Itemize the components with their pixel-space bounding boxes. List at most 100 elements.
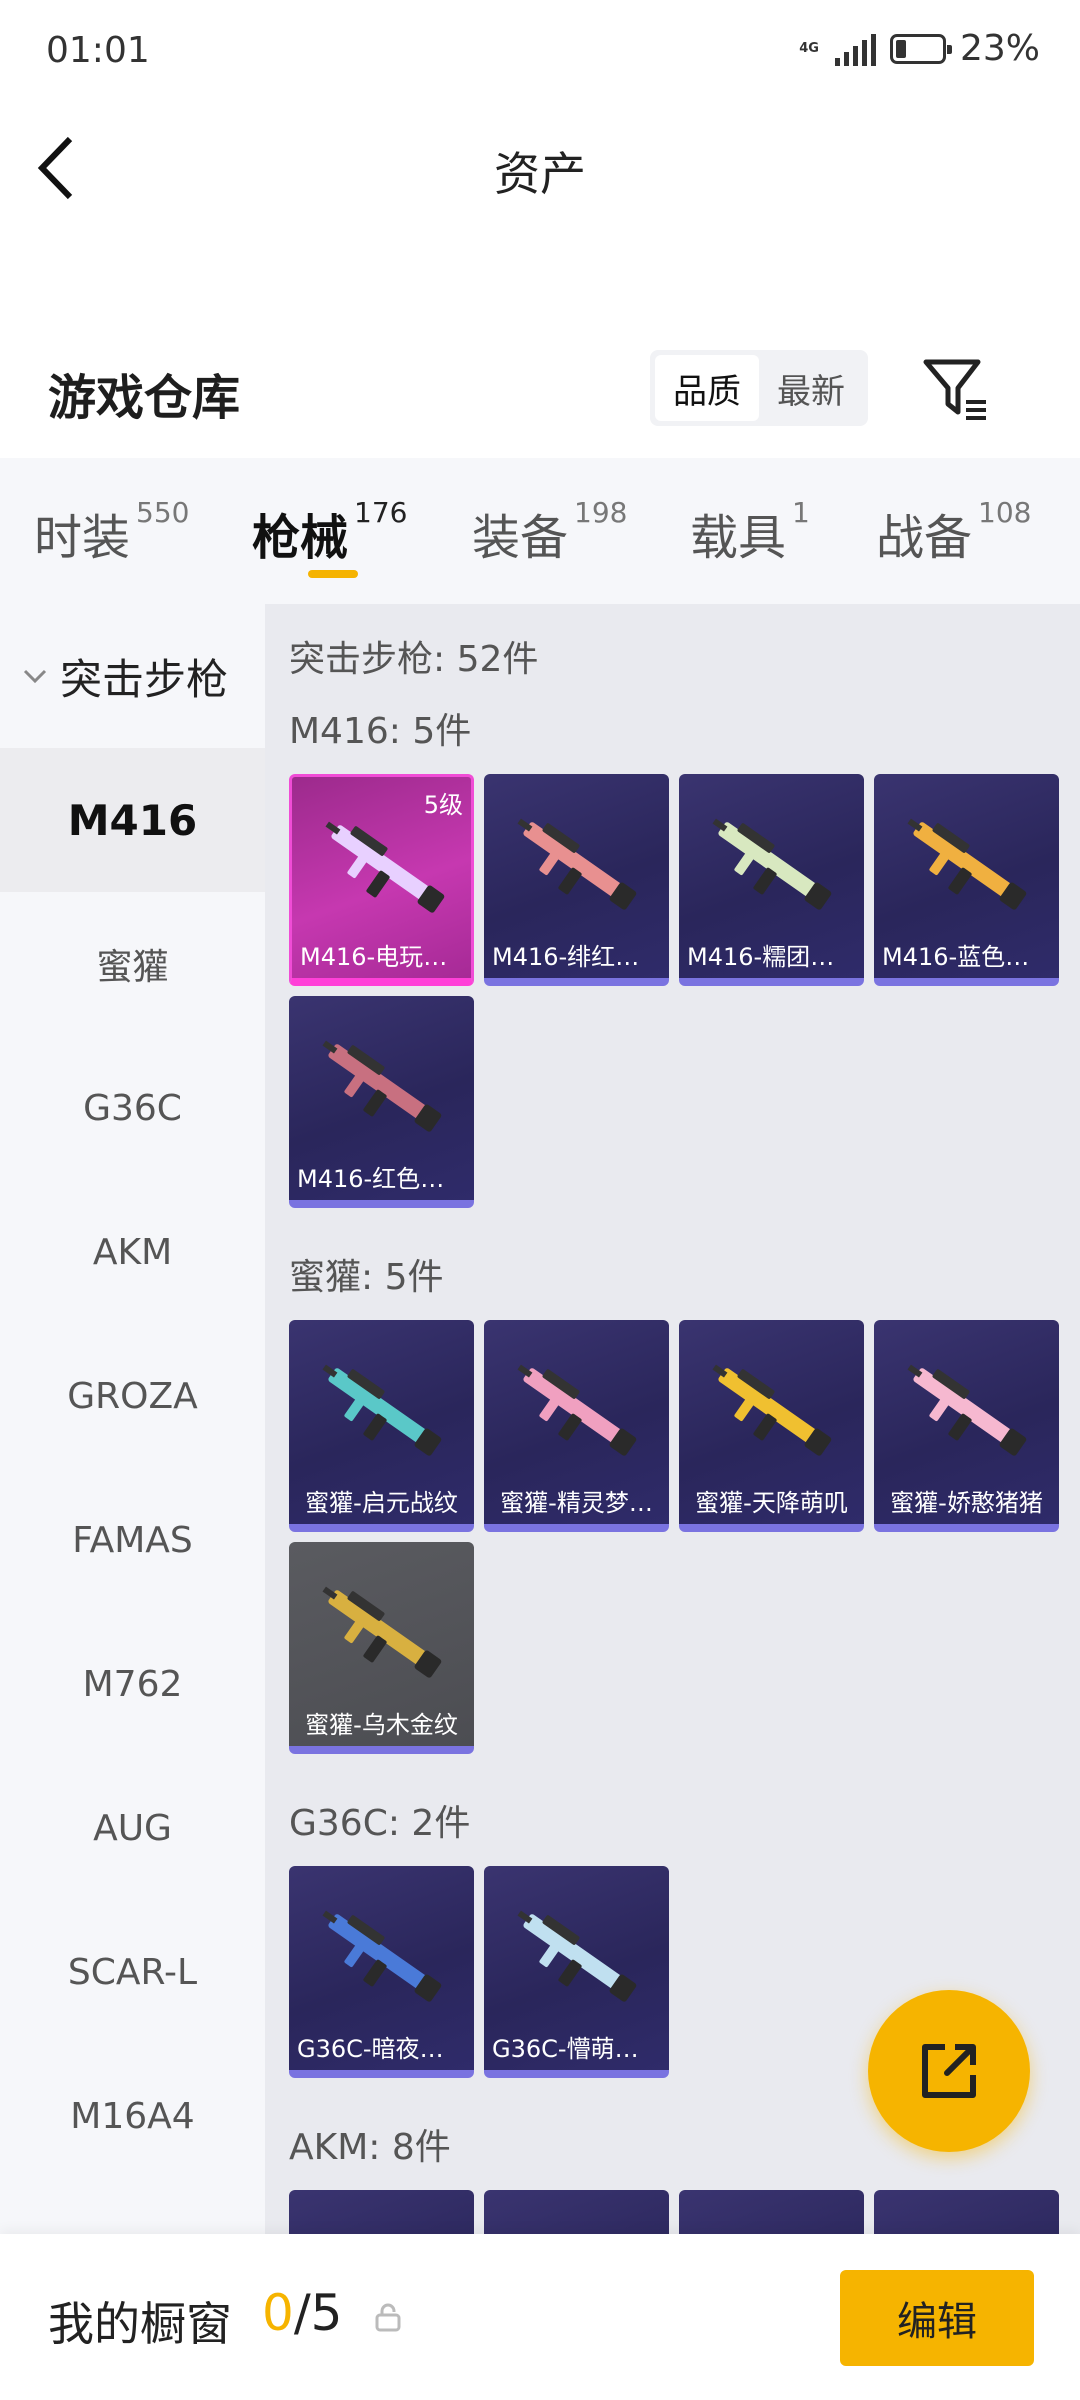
sidebar-item-m16a4[interactable]: M16A4 <box>0 2044 265 2188</box>
tab-equipment[interactable]: 装备 198 <box>472 496 628 568</box>
rifle-icon <box>701 2218 841 2234</box>
status-time: 01:01 <box>46 30 150 71</box>
edit-button[interactable]: 编辑 <box>840 2270 1034 2366</box>
tab-count: 1 <box>792 496 810 529</box>
skin-name: M416-红色方… <box>297 1165 469 1193</box>
weapon-type-sidebar: 突击步枪 M416 蜜獾 G36C AKM GROZA FAMAS M762 A… <box>0 604 265 2234</box>
tab-count: 198 <box>574 496 628 529</box>
skin-card[interactable]: 蜜獾-天降萌叽 <box>679 1320 864 1532</box>
tab-count: 550 <box>136 496 190 529</box>
category-tabs: 时装 550 枪械 176 装备 198 载具 1 战备 108 <box>0 458 1080 604</box>
network-type: 4G <box>799 40 819 56</box>
sidebar-group-label: 突击步枪 <box>60 654 229 704</box>
group-title: G36C: 2件 <box>289 1803 471 1844</box>
tab-outfits[interactable]: 时装 550 <box>34 496 190 568</box>
group-title: M416: 5件 <box>289 711 472 752</box>
skin-name: G36C-暗夜玫… <box>297 2035 468 2063</box>
tab-count: 108 <box>978 496 1032 529</box>
tab-vehicles[interactable]: 载具 1 <box>690 496 810 568</box>
tab-label: 战备 <box>876 510 973 566</box>
sidebar-group-assault-rifles[interactable]: 突击步枪 <box>0 604 265 748</box>
warehouse-title: 游戏仓库 <box>48 370 241 426</box>
tab-label: 载具 <box>690 510 787 566</box>
skin-card[interactable] <box>289 2190 474 2234</box>
skin-name: M416-绯红前… <box>492 943 664 971</box>
filter-button[interactable] <box>920 354 990 424</box>
rifle-icon <box>712 1364 832 1456</box>
category-summary: 突击步枪: 52件 <box>289 639 539 680</box>
skin-card[interactable]: 蜜獾-启元战纹 <box>289 1320 474 1532</box>
sidebar-item-groza[interactable]: GROZA <box>0 1324 265 1468</box>
warehouse-header: 游戏仓库 品质 最新 <box>0 340 1080 440</box>
sidebar-item-g36c[interactable]: G36C <box>0 1036 265 1180</box>
skin-grid: 5级 M416-电玩时… M416-绯红前… M416-糯团青… M416-蓝色火… M4… <box>289 774 1080 1208</box>
sidebar-item-aug[interactable]: AUG <box>0 1756 265 1900</box>
sidebar-item-famas[interactable]: FAMAS <box>0 1468 265 1612</box>
skin-card[interactable]: M416-红色方… <box>289 996 474 1208</box>
skin-card[interactable]: 5级 M416-电玩时… <box>289 774 474 986</box>
tab-gear[interactable]: 战备 108 <box>876 496 1032 568</box>
battery-icon <box>889 33 952 64</box>
share-edit-icon <box>922 2044 976 2098</box>
battery-percent: 23% <box>959 28 1040 69</box>
chevron-down-icon <box>23 669 47 684</box>
skin-card[interactable]: G36C-懵萌河… <box>484 1866 669 2078</box>
skin-grid: 蜜獾-启元战纹 蜜獾-精灵梦… 蜜獾-天降萌叽 蜜獾-娇憨猪猪蜜獾-乌木金纹 <box>289 1320 1080 1754</box>
skin-name: 蜜獾-娇憨猪猪 <box>890 1489 1043 1517</box>
skin-name: G36C-懵萌河… <box>492 2035 663 2063</box>
sort-quality-button[interactable]: 品质 <box>655 355 759 421</box>
showcase-label: 我的橱窗 <box>48 2297 232 2351</box>
showcase-total: /5 <box>293 2284 343 2342</box>
filter-icon <box>923 359 986 420</box>
skin-card[interactable]: G36C-暗夜玫… <box>289 1866 474 2078</box>
skin-card[interactable]: M416-蓝色火… <box>874 774 1059 986</box>
skin-name: 蜜獾-启元战纹 <box>305 1489 458 1517</box>
showcase-count: 0/5 <box>262 2284 342 2342</box>
group-title: 蜜獾: 5件 <box>289 1257 444 1298</box>
tab-label: 枪械 <box>252 510 349 566</box>
rifle-icon <box>907 818 1027 910</box>
rifle-icon <box>506 2218 646 2234</box>
sidebar-item-akm[interactable]: AKM <box>0 1180 265 1324</box>
rifle-icon <box>322 1910 442 2002</box>
sort-toggle: 品质 最新 <box>650 350 868 426</box>
skin-card[interactable]: M416-糯团青… <box>679 774 864 986</box>
active-tab-indicator <box>308 570 358 578</box>
status-bar: 01:01 4G 23% <box>0 0 1080 100</box>
skin-grid <box>289 2190 1080 2234</box>
nav-header: 资产 <box>0 110 1080 220</box>
rifle-icon <box>325 821 445 913</box>
sidebar-item-m416[interactable]: M416 <box>0 748 265 892</box>
sidebar-item-honey-badger[interactable]: 蜜獾 <box>0 892 265 1036</box>
sidebar-item-m762[interactable]: M762 <box>0 1612 265 1756</box>
status-indicators: 4G 23% <box>799 28 1040 69</box>
skin-card[interactable]: 蜜獾-精灵梦… <box>484 1320 669 1532</box>
skin-name: M416-糯团青… <box>687 943 859 971</box>
rifle-icon <box>907 1364 1027 1456</box>
signal-icon <box>834 32 876 66</box>
lock-icon <box>375 2303 401 2332</box>
rifle-icon <box>517 818 637 910</box>
rifle-icon <box>517 1364 637 1456</box>
skin-name: 蜜獾-精灵梦… <box>500 1489 653 1517</box>
skin-card[interactable] <box>874 2190 1059 2234</box>
rifle-icon <box>322 1364 442 1456</box>
skin-name: M416-蓝色火… <box>882 943 1054 971</box>
skin-card[interactable]: 蜜獾-乌木金纹 <box>289 1542 474 1754</box>
tab-label: 装备 <box>472 510 569 566</box>
skin-card[interactable]: 蜜獾-娇憨猪猪 <box>874 1320 1059 1532</box>
rifle-icon <box>896 2218 1036 2234</box>
rifle-icon <box>322 1040 442 1132</box>
showcase-bar: 我的橱窗 0/5 编辑 <box>0 2234 1080 2400</box>
skin-card[interactable]: M416-绯红前… <box>484 774 669 986</box>
skin-card[interactable] <box>484 2190 669 2234</box>
rifle-icon <box>311 2218 451 2234</box>
sidebar-item-scar-l[interactable]: SCAR-L <box>0 1900 265 2044</box>
rifle-icon <box>517 1910 637 2002</box>
share-fab[interactable] <box>868 1990 1030 2152</box>
tab-guns[interactable]: 枪械 176 <box>252 496 407 568</box>
tab-label: 时装 <box>34 510 131 566</box>
sort-newest-button[interactable]: 最新 <box>759 355 863 421</box>
page-title: 资产 <box>494 147 586 201</box>
skin-card[interactable] <box>679 2190 864 2234</box>
